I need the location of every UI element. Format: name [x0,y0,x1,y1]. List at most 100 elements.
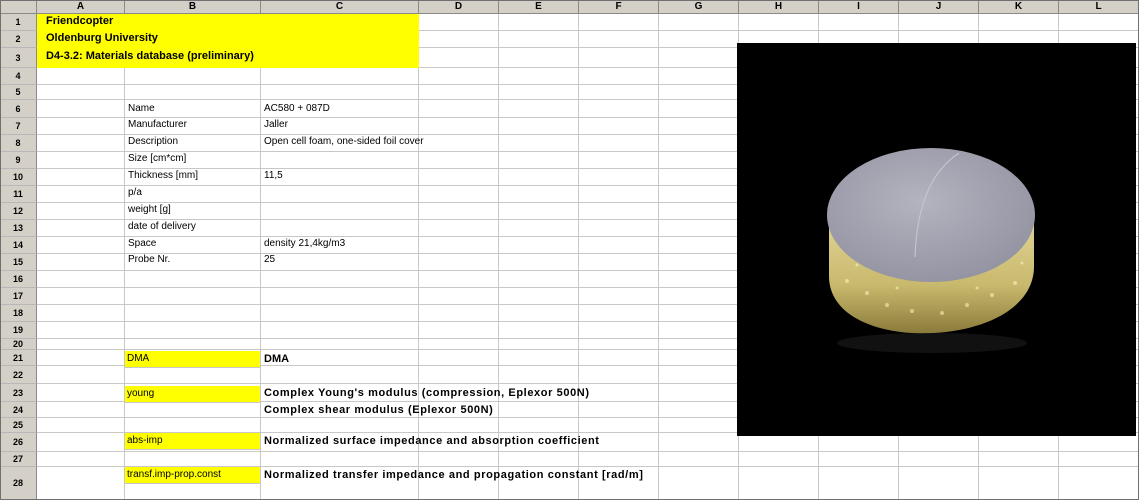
column-gridline [578,14,579,500]
link-transf-label: transf.imp-prop.const [127,469,221,480]
title-project[interactable]: Friendcopter [46,15,113,27]
title-university[interactable]: Oldenburg University [46,32,158,44]
row-header[interactable]: 26 [0,433,37,452]
field-label-manufacturer[interactable]: Manufacturer [128,119,187,130]
field-label-space[interactable]: Space [128,238,156,249]
row-header[interactable]: 4 [0,68,37,85]
row-header[interactable]: 1 [0,14,37,31]
spreadsheet-grid[interactable]: A B C D E F G H I J K L 1 2 3 4 5 6 7 8 9 10 11 12 1… [0,0,1139,500]
section-title-shear[interactable]: Complex shear modulus (Eplexor 500N) [264,404,493,416]
field-label-name[interactable]: Name [128,103,155,114]
foam-sample-image [827,148,1035,353]
row-header[interactable]: 3 [0,48,37,68]
field-label-date[interactable]: date of delivery [128,221,196,232]
field-label-probe[interactable]: Probe Nr. [128,254,170,265]
column-header-l[interactable]: L [1059,0,1139,14]
row-gridline [37,134,737,135]
row-gridline [37,84,737,85]
column-gridline [418,14,419,500]
row-gridline [37,202,737,203]
row-header[interactable]: 14 [0,237,37,254]
row-header[interactable]: 8 [0,135,37,152]
row-header[interactable]: 11 [0,186,37,203]
select-all-corner[interactable] [0,0,37,14]
column-header-g[interactable]: G [659,0,739,14]
column-header-i[interactable]: I [819,0,899,14]
link-dma-label: DMA [127,353,150,364]
field-value-space[interactable]: density 21,4kg/m3 [264,238,345,249]
row-header[interactable]: 23 [0,384,37,402]
row-gridline [37,236,737,237]
row-header[interactable]: 18 [0,305,37,322]
row-header[interactable]: 13 [0,220,37,237]
row-gridline [737,30,1139,31]
field-label-pa[interactable]: p/a [128,187,142,198]
row-header[interactable]: 6 [0,100,37,118]
row-header[interactable]: 16 [0,271,37,288]
row-header[interactable]: 21 [0,350,37,366]
column-gridline [498,14,499,500]
link-young-label: young [127,388,155,399]
row-header[interactable]: 20 [0,339,37,350]
row-header[interactable]: 24 [0,402,37,418]
row-header[interactable]: 17 [0,288,37,305]
row-gridline [37,338,737,339]
section-title-young[interactable]: Complex Young's modulus (compression, Ep… [264,387,590,399]
field-label-description[interactable]: Description [128,136,178,147]
field-value-thickness[interactable]: 11,5 [264,170,283,181]
column-header-k[interactable]: K [979,0,1059,14]
link-transf[interactable]: transf.imp-prop.const [125,467,261,484]
row-header[interactable]: 2 [0,31,37,48]
field-value-probe[interactable]: 25 [264,254,275,265]
link-abs-imp[interactable]: abs-imp [125,433,261,450]
section-title-abs-imp[interactable]: Normalized surface impedance and absorpt… [264,435,600,447]
link-dma[interactable]: DMA [125,351,261,368]
foam-sample-photo[interactable] [737,43,1136,436]
column-header-c[interactable]: C [261,0,419,14]
column-header-f[interactable]: F [579,0,659,14]
field-label-size[interactable]: Size [cm*cm] [128,153,186,164]
title-deliverable[interactable]: D4-3.2: Materials database (preliminary) [46,50,254,62]
field-value-manufacturer[interactable]: Jaller [264,119,288,130]
row-gridline [37,304,737,305]
row-gridline [737,451,1139,452]
column-header-h[interactable]: H [739,0,819,14]
column-header-a[interactable]: A [37,0,125,14]
row-header[interactable]: 27 [0,452,37,467]
field-label-thickness[interactable]: Thickness [mm] [128,170,198,181]
row-header[interactable]: 7 [0,118,37,135]
link-abs-imp-label: abs-imp [127,435,163,446]
row-gridline [37,151,737,152]
section-title-transf[interactable]: Normalized transfer impedance and propag… [264,469,643,481]
link-young[interactable]: young [125,386,261,403]
field-value-name[interactable]: AC580 + 087D [264,103,330,114]
field-label-weight[interactable]: weight [g] [128,204,171,215]
row-gridline [37,117,737,118]
column-header-j[interactable]: J [899,0,979,14]
row-gridline [37,349,737,350]
row-gridline [37,383,737,384]
row-header[interactable]: 9 [0,152,37,169]
section-title-dma[interactable]: DMA [264,353,289,365]
row-gridline [37,219,737,220]
column-gridline [124,14,125,500]
row-gridline [37,417,737,418]
column-gridline [260,14,261,500]
row-gridline [37,287,737,288]
row-header[interactable]: 25 [0,418,37,433]
row-header[interactable]: 5 [0,85,37,100]
row-gridline [37,168,737,169]
row-gridline [37,451,737,452]
row-header[interactable]: 12 [0,203,37,220]
row-header[interactable]: 19 [0,322,37,339]
row-gridline [37,270,737,271]
column-header-d[interactable]: D [419,0,499,14]
row-header[interactable]: 22 [0,366,37,384]
column-header-e[interactable]: E [499,0,579,14]
row-gridline [737,466,1139,467]
row-header[interactable]: 28 [0,467,37,500]
column-header-b[interactable]: B [125,0,261,14]
row-header[interactable]: 10 [0,169,37,186]
row-header[interactable]: 15 [0,254,37,271]
field-value-description[interactable]: Open cell foam, one-sided foil cover [264,136,424,147]
